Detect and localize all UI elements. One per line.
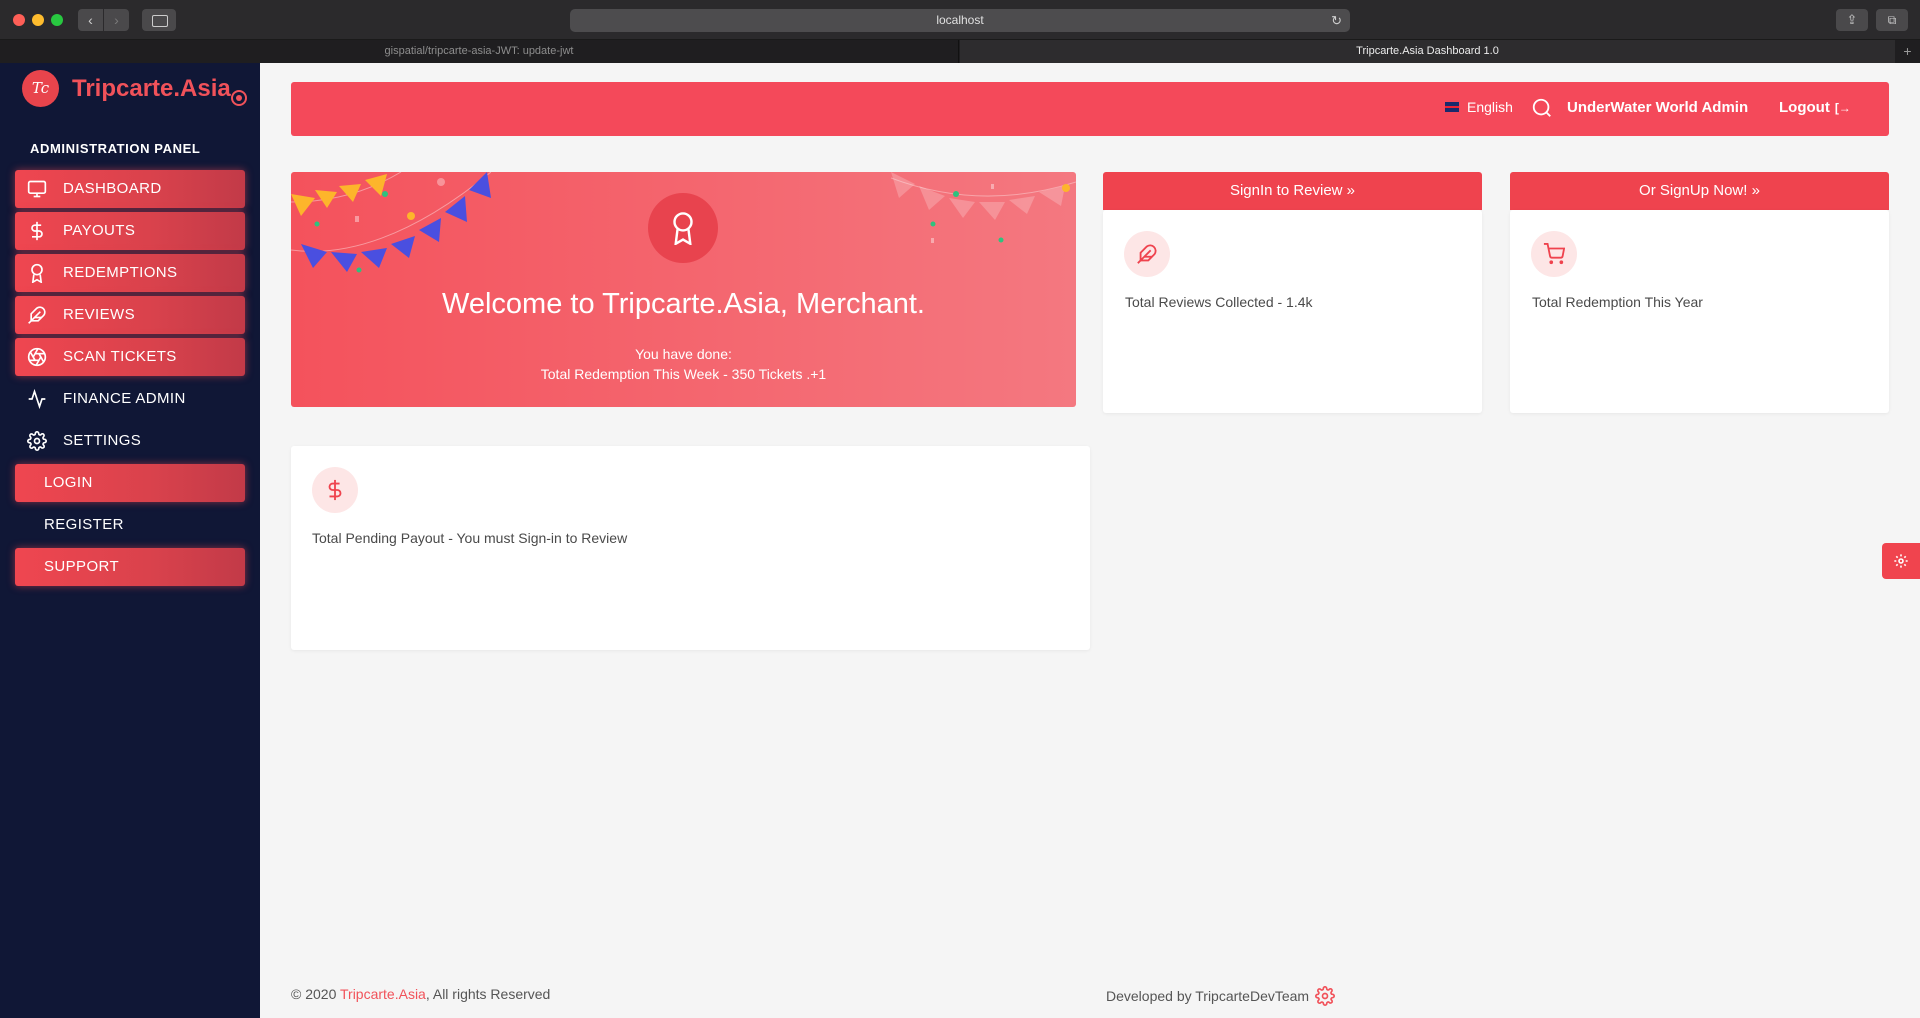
- theme-settings-button[interactable]: [1882, 543, 1920, 579]
- copyright-suffix: , All rights Reserved: [425, 986, 551, 1002]
- user-menu[interactable]: UnderWater World Admin: [1567, 99, 1748, 116]
- reload-icon[interactable]: ↻: [1331, 9, 1342, 32]
- dollar-icon: [328, 479, 342, 501]
- browser-tab-dashboard[interactable]: Tripcarte.Asia Dashboard 1.0: [960, 40, 1895, 63]
- sidebar-item-label: FINANCE ADMIN: [63, 390, 186, 407]
- feather-icon: [27, 305, 47, 325]
- logout-label: Logout: [1779, 99, 1830, 116]
- shopping-cart-icon: [1543, 243, 1565, 265]
- sidebar-item-label: DASHBOARD: [63, 180, 162, 197]
- close-window-button[interactable]: [13, 14, 25, 26]
- award-icon: [27, 263, 47, 283]
- back-button[interactable]: ‹: [78, 9, 103, 31]
- sidebar-item-label: REVIEWS: [63, 306, 135, 323]
- sidebar-item-payouts[interactable]: PAYOUTS: [15, 212, 245, 250]
- sidebar-item-scan-tickets[interactable]: SCAN TICKETS: [15, 338, 245, 376]
- address-text: localhost: [936, 13, 984, 27]
- gear-icon: [1894, 554, 1908, 568]
- sidebar-item-finance-admin[interactable]: FINANCE ADMIN: [15, 380, 245, 418]
- redemption-card: Total Redemption This Year: [1510, 210, 1889, 413]
- sidebar-item-reviews[interactable]: REVIEWS: [15, 296, 245, 334]
- sidebar-item-register[interactable]: REGISTER: [15, 506, 245, 544]
- aperture-icon: [27, 347, 47, 367]
- sidebar-item-dashboard[interactable]: DASHBOARD: [15, 170, 245, 208]
- award-icon: [673, 212, 693, 245]
- top-navbar: English UnderWater World Admin Logout [→: [291, 82, 1889, 136]
- bunting-right-decoration: [891, 172, 1076, 243]
- show-tabs-button[interactable]: ⧉: [1876, 9, 1908, 31]
- sidebar-item-login[interactable]: LOGIN: [15, 464, 245, 502]
- address-bar[interactable]: localhost ↻: [570, 9, 1350, 32]
- logout-button[interactable]: Logout [→: [1779, 99, 1851, 116]
- new-tab-button[interactable]: +: [1895, 40, 1920, 63]
- payout-icon-badge: [312, 467, 358, 513]
- gear-icon: [27, 431, 47, 451]
- search-icon[interactable]: [1531, 97, 1553, 119]
- logo-mark: Tc: [22, 70, 59, 107]
- forward-button[interactable]: ›: [104, 9, 129, 31]
- copyright: © 2020 Tripcarte.Asia, All rights Reserv…: [291, 986, 550, 1002]
- brand-name: Tripcarte.Asia: [72, 75, 231, 102]
- browser-tabbar: gispatial/tripcarte-asia-JWT: update-jwt…: [0, 40, 1920, 63]
- sidebar-item-label: SCAN TICKETS: [63, 348, 177, 365]
- welcome-subtitle: You have done:: [635, 346, 732, 362]
- reviews-card: Total Reviews Collected - 1.4k: [1103, 210, 1482, 413]
- pending-payout-text: Total Pending Payout - You must Sign-in …: [312, 530, 628, 546]
- logout-icon: [→: [1834, 101, 1851, 115]
- dollar-icon: [27, 221, 47, 241]
- feather-icon: [1137, 244, 1157, 264]
- welcome-title: Welcome to Tripcarte.Asia, Merchant.: [442, 288, 925, 320]
- gear-icon: [1315, 986, 1336, 1006]
- monitor-icon: [27, 179, 47, 199]
- browser-titlebar: ‹ › localhost ↻ ⇪ ⧉: [0, 0, 1920, 40]
- welcome-card: Welcome to Tripcarte.Asia, Merchant. You…: [291, 172, 1076, 407]
- minimize-window-button[interactable]: [32, 14, 44, 26]
- reviews-icon-badge: [1124, 231, 1170, 277]
- developer-credit: Developed by TripcarteDevTeam: [1106, 986, 1336, 1006]
- copyright-prefix: © 2020: [291, 986, 340, 1002]
- radio-icon[interactable]: [231, 90, 247, 106]
- payout-card: Total Pending Payout - You must Sign-in …: [291, 446, 1090, 650]
- activity-icon: [27, 389, 47, 409]
- share-button[interactable]: ⇪: [1836, 9, 1868, 31]
- sidebar: Tc Tripcarte.Asia ADMINISTRATION PANEL D…: [0, 63, 260, 1018]
- reviews-collected-text: Total Reviews Collected - 1.4k: [1125, 294, 1313, 310]
- sidebar-item-label: REDEMPTIONS: [63, 264, 178, 281]
- developer-text: Developed by TripcarteDevTeam: [1106, 988, 1310, 1004]
- sidebar-item-label: PAYOUTS: [63, 222, 136, 239]
- browser-tab-github[interactable]: gispatial/tripcarte-asia-JWT: update-jwt: [0, 40, 959, 63]
- maximize-window-button[interactable]: [51, 14, 63, 26]
- redemption-icon-badge: [1531, 231, 1577, 277]
- signup-now-button[interactable]: Or SignUp Now! »: [1510, 172, 1889, 210]
- redemption-year-text: Total Redemption This Year: [1532, 294, 1703, 310]
- panel-title: ADMINISTRATION PANEL: [30, 141, 201, 156]
- weekly-redemption-stat: Total Redemption This Week - 350 Tickets…: [540, 366, 827, 382]
- sidebar-item-redemptions[interactable]: REDEMPTIONS: [15, 254, 245, 292]
- language-selector[interactable]: English: [1445, 99, 1513, 115]
- signin-to-review-button[interactable]: SignIn to Review »: [1103, 172, 1482, 210]
- award-badge: [648, 193, 718, 263]
- footer-brand-link[interactable]: Tripcarte.Asia: [340, 986, 426, 1002]
- sidebar-item-label: SETTINGS: [63, 432, 142, 449]
- sidebar-toggle-button[interactable]: [142, 9, 176, 31]
- uk-flag-icon: [1445, 102, 1459, 112]
- sidebar-item-support[interactable]: SUPPORT: [15, 548, 245, 586]
- language-label: English: [1467, 99, 1513, 115]
- bunting-left-decoration: [291, 172, 491, 273]
- sidebar-item-settings[interactable]: SETTINGS: [15, 422, 245, 460]
